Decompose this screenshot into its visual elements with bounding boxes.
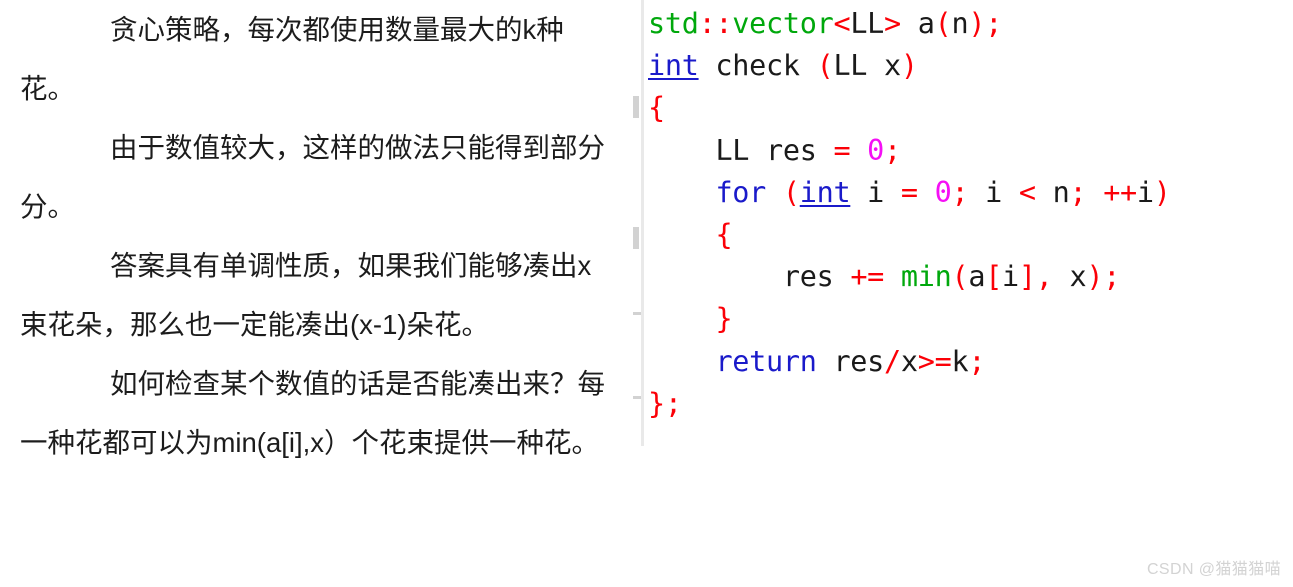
code-token-pun: ( <box>782 175 800 209</box>
code-token-id: x <box>1052 260 1087 294</box>
code-token-id: n <box>951 7 969 40</box>
gutter-clipped-glyph <box>633 96 639 118</box>
code-token-pun: ( <box>951 260 969 294</box>
code-token-pun: ; <box>985 7 1003 40</box>
code-token-kw2: for <box>715 175 767 209</box>
csdn-watermark: CSDN @猫猫猫喵 <box>1146 561 1281 578</box>
code-token-num: 0 <box>934 175 952 209</box>
code-token-pun: :: <box>698 7 733 40</box>
gutter-clipped-glyph <box>633 227 639 249</box>
code-line: return res/x>=k; <box>648 341 1293 383</box>
code-line: { <box>648 214 1293 256</box>
code-token-pun: / <box>884 344 901 378</box>
code-token-pun: < <box>833 7 851 40</box>
code-token-id <box>918 176 935 209</box>
code-token-pun: } <box>715 302 733 336</box>
code-token-pun: ; <box>968 344 986 378</box>
code-token-pun: ) <box>1086 260 1104 294</box>
code-token-pun: ) <box>1153 175 1171 209</box>
code-token-pun: += <box>850 260 885 294</box>
code-token-pun: < <box>1018 175 1036 209</box>
code-token-id: i <box>1136 175 1154 209</box>
code-token-pun: [ <box>985 260 1003 294</box>
code-token-pun: ( <box>816 49 834 83</box>
code-token-fn: min <box>900 260 952 294</box>
code-line: }; <box>648 383 1293 425</box>
code-token-id: i <box>1002 260 1019 294</box>
code-token-pun: = <box>833 133 851 167</box>
code-token-id: LL <box>850 7 885 40</box>
code-token-id: LL x <box>833 49 901 83</box>
screenshot-root: 贪心策略，每次都使用数量最大的k种花。 由于数值较大，这样的做法只能得到部分分。… <box>0 0 1293 587</box>
code-panel[interactable]: std::vector<LL> a(n); int check (LL x){ L… <box>646 0 1293 587</box>
code-line: int check (LL x) <box>648 45 1293 87</box>
code-token-pun: ; <box>1069 175 1087 209</box>
code-token-pun: ; <box>884 133 901 167</box>
code-line: { <box>648 87 1293 129</box>
code-line: LL res = 0; <box>648 130 1293 172</box>
prose-paragraph: 如何检查某个数值的话是否能凑出来？每一种花都可以为min(a[i],x）个花束提… <box>20 368 605 458</box>
code-token-id <box>884 260 901 293</box>
code-token-kw: int <box>799 175 851 209</box>
code-token-fn: std <box>648 7 699 40</box>
code-token-id <box>1086 176 1103 209</box>
code-line: } <box>648 298 1293 340</box>
code-token-pun: ; <box>951 175 969 209</box>
code-token-pun: { <box>648 91 665 125</box>
gutter-clipped-glyph <box>633 312 641 315</box>
prose-paragraph: 由于数值较大，这样的做法只能得到部分分。 <box>20 132 605 222</box>
code-token-pun: ] <box>1018 260 1036 294</box>
code-token-id: res <box>782 260 851 294</box>
gutter-clipped-glyph <box>633 396 641 399</box>
prose-paragraph: 答案具有单调性质，如果我们能够凑出x束花朵，那么也一定能凑出(x-1)朵花。 <box>20 250 592 340</box>
code-token-pun: = <box>900 175 918 209</box>
code-token-id: LL res <box>715 133 834 167</box>
code-line: for (int i = 0; i < n; ++i) <box>648 172 1293 214</box>
code-token-id <box>850 134 867 167</box>
code-token-kw: int <box>648 49 699 83</box>
code-token-id: check <box>698 49 817 83</box>
code-line: std::vector<LL> a(n); <box>648 3 1293 45</box>
code-token-id: x <box>900 344 918 378</box>
code-token-pun: { <box>715 217 733 251</box>
code-token-id: k <box>951 344 969 378</box>
code-token-pun: ; <box>664 386 682 420</box>
code-block[interactable]: std::vector<LL> a(n); int check (LL x){ L… <box>646 0 1293 425</box>
code-token-id: n <box>1035 175 1070 209</box>
prose-panel: 贪心策略，每次都使用数量最大的k种花。 由于数值较大，这样的做法只能得到部分分。… <box>0 0 632 587</box>
code-token-id <box>766 176 783 209</box>
code-token-pun: ( <box>934 7 952 40</box>
prose-paragraph: 贪心策略，每次都使用数量最大的k种花。 <box>20 14 564 104</box>
code-gutter-divider <box>641 0 644 446</box>
code-token-kw2: return <box>715 344 817 378</box>
code-token-pun: ) <box>900 49 918 83</box>
code-token-pun: ++ <box>1103 175 1137 209</box>
code-token-pun: > <box>884 7 901 40</box>
code-token-id: i <box>968 175 1019 209</box>
code-line: res += min(a[i], x); <box>648 256 1293 298</box>
code-token-pun: ; <box>1103 260 1121 294</box>
code-token-id: a <box>900 7 935 40</box>
code-token-pun: ) <box>968 7 986 40</box>
code-token-id: i <box>850 175 901 209</box>
code-token-pun: >= <box>917 344 952 378</box>
code-token-id: a <box>968 260 986 294</box>
code-token-num: 0 <box>867 133 885 167</box>
code-token-id: res <box>816 344 885 378</box>
code-token-pun: } <box>648 386 665 420</box>
code-token-pun: , <box>1035 260 1053 294</box>
code-token-fn: vector <box>732 7 834 40</box>
